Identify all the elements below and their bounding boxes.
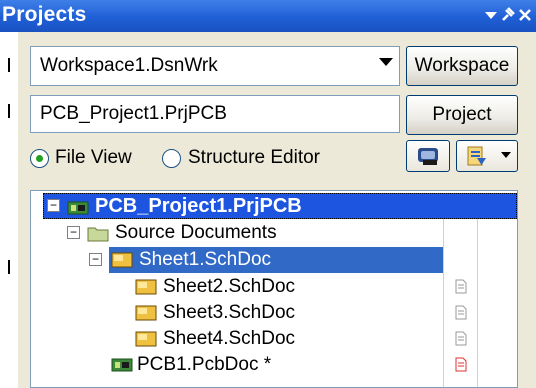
compile-button[interactable]: [406, 140, 450, 172]
folder-icon: [87, 224, 109, 247]
file-view-radio[interactable]: [30, 149, 49, 168]
tree-label-folder[interactable]: Source Documents: [115, 222, 277, 244]
document-status-icon: [455, 253, 467, 268]
column-divider: [477, 217, 478, 387]
project-field-value: PCB_Project1.PrjPCB: [40, 103, 227, 124]
pin-icon[interactable]: [500, 4, 516, 32]
close-icon[interactable]: [518, 4, 532, 32]
project-field[interactable]: PCB_Project1.PrjPCB: [30, 95, 400, 133]
collapse-icon[interactable]: −: [89, 253, 102, 266]
project-button[interactable]: Project: [406, 95, 518, 135]
tree-label-sheet1[interactable]: Sheet1.SchDoc: [139, 249, 271, 271]
dropdown-icon[interactable]: [484, 4, 498, 32]
file-view-label[interactable]: File View: [55, 147, 132, 169]
structure-editor-radio[interactable]: [162, 149, 181, 168]
gutter-mark: [8, 58, 10, 72]
chevron-down-icon[interactable]: [379, 58, 393, 66]
project-tree[interactable]: − PCB_Project1.PrjPCB − Source Documents…: [30, 190, 518, 388]
workspace-combo[interactable]: Workspace1.DsnWrk: [30, 46, 400, 86]
tree-label-sheet2[interactable]: Sheet2.SchDoc: [163, 276, 295, 298]
workspace-button[interactable]: Workspace: [406, 46, 518, 86]
chevron-down-icon[interactable]: [501, 152, 511, 158]
structure-editor-label[interactable]: Structure Editor: [188, 147, 320, 169]
schematic-doc-icon: [135, 330, 157, 353]
left-gutter: [0, 32, 18, 388]
project-options-button[interactable]: [456, 140, 518, 172]
schematic-doc-icon: [135, 304, 157, 327]
tree-label-pcb1[interactable]: PCB1.PcbDoc *: [137, 354, 271, 376]
collapse-icon[interactable]: −: [47, 199, 60, 212]
tree-label-sheet4[interactable]: Sheet4.SchDoc: [163, 328, 295, 350]
schematic-doc-icon: [135, 278, 157, 301]
gutter-mark: [8, 104, 10, 118]
modified-document-icon: [455, 357, 467, 372]
panel-title: Projects: [2, 3, 87, 26]
workspace-combo-value: Workspace1.DsnWrk: [40, 55, 218, 76]
compile-icon: [415, 145, 441, 172]
tree-label-sheet3[interactable]: Sheet3.SchDoc: [163, 302, 295, 324]
document-status-icon: [455, 279, 467, 294]
schematic-doc-icon: [111, 251, 133, 274]
document-status-icon: [455, 305, 467, 320]
pcb-doc-icon: [111, 356, 133, 379]
pcb-project-icon: [67, 198, 89, 221]
column-divider: [443, 217, 444, 387]
gutter-mark: [8, 260, 10, 274]
collapse-icon[interactable]: −: [67, 226, 80, 239]
document-status-icon: [455, 331, 467, 346]
panel-title-bar: Projects: [0, 0, 536, 32]
document-options-icon: [463, 145, 489, 172]
tree-label-project[interactable]: PCB_Project1.PrjPCB: [95, 195, 302, 218]
